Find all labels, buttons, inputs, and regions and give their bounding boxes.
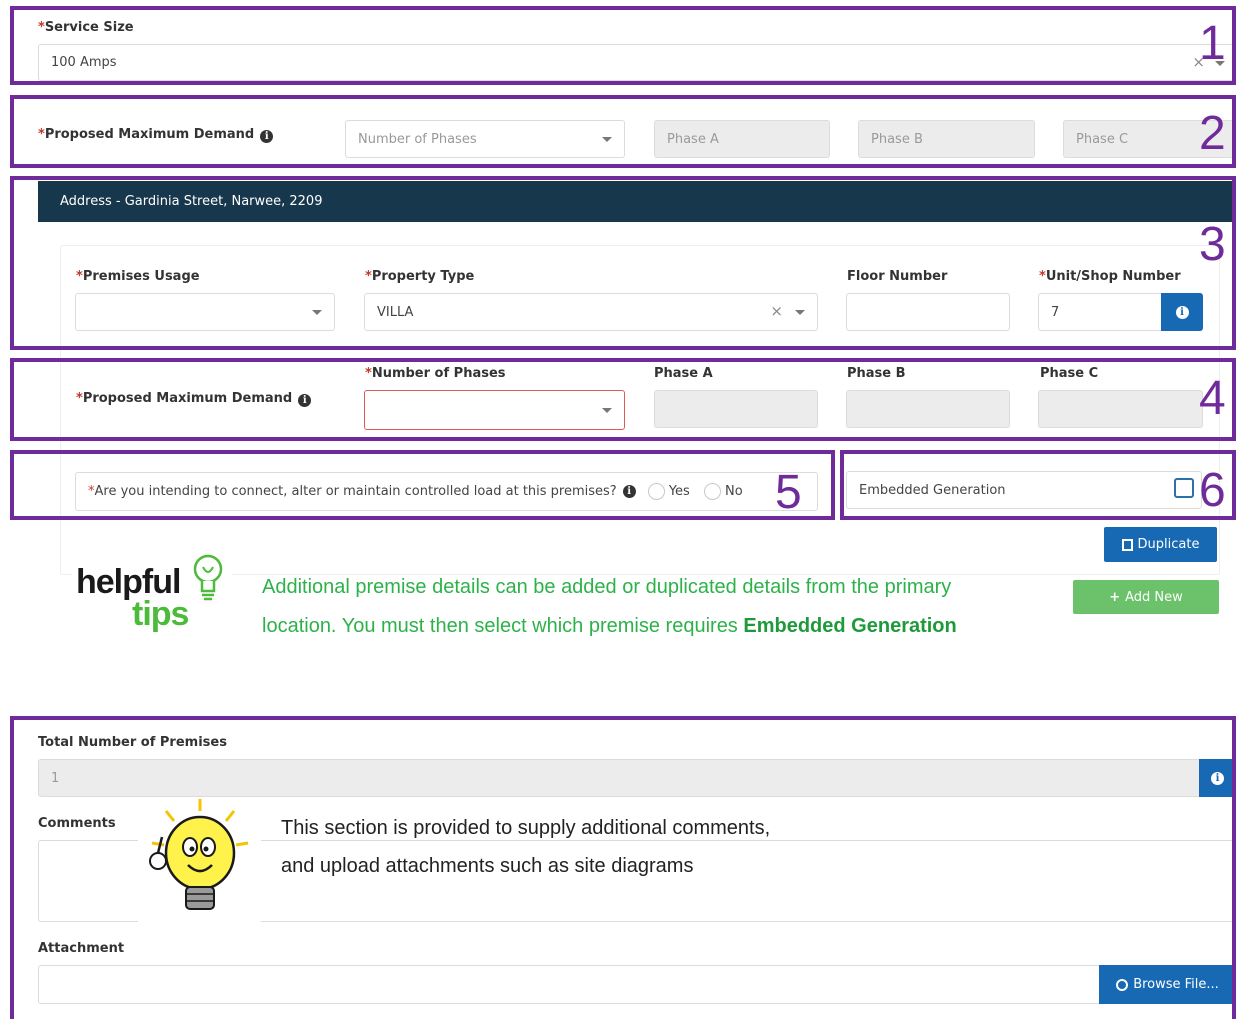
annotation-box-7 (10, 716, 1236, 1019)
duplicate-button[interactable]: Duplicate (1104, 527, 1217, 562)
tip-line-1: Additional premise details can be added … (262, 576, 952, 598)
annotation-number-2: 2 (1199, 107, 1226, 160)
tip-line-2: location. You must then select which pre… (262, 615, 957, 637)
add-new-button[interactable]: + Add New (1073, 580, 1219, 614)
annotation-box-1 (10, 6, 1236, 85)
copy-icon (1121, 538, 1133, 551)
annotation-number-1: 1 (1199, 17, 1226, 70)
annotation-box-2 (10, 95, 1236, 168)
annotation-box-5 (10, 450, 835, 520)
annotation-number-6: 6 (1199, 464, 1226, 517)
helpful-tips-logo: helpful tips (72, 553, 232, 638)
plus-icon: + (1109, 589, 1121, 605)
annotation-number-4: 4 (1199, 372, 1226, 425)
annotation-number-5: 5 (775, 466, 802, 519)
annotation-box-6 (840, 450, 1236, 520)
lightbulb-icon (193, 554, 223, 601)
annotation-box-3 (10, 176, 1236, 350)
annotation-number-3: 3 (1199, 218, 1226, 271)
annotation-box-4 (10, 358, 1236, 441)
